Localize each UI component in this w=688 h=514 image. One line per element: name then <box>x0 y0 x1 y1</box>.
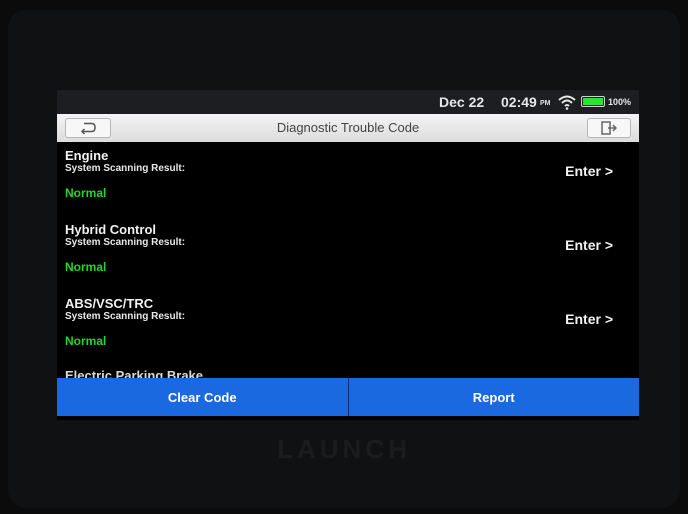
enter-button[interactable]: Enter > <box>565 237 613 253</box>
system-item-abs-vsc-trc[interactable]: ABS/VSC/TRC System Scanning Result: Norm… <box>65 296 625 368</box>
scan-result-label: System Scanning Result: <box>65 311 186 322</box>
scan-result-label: System Scanning Result: <box>65 237 186 248</box>
system-item-engine[interactable]: Engine System Scanning Result: Normal En… <box>65 148 625 220</box>
title-bar: Diagnostic Trouble Code <box>57 114 639 142</box>
scan-result-label: System Scanning Result: <box>65 163 186 174</box>
scan-status: Normal <box>65 260 107 274</box>
action-bar: Clear Code Report <box>57 378 639 416</box>
status-bar: Dec 22 02:49 PM 100% <box>57 90 639 114</box>
battery-icon <box>581 96 605 107</box>
scan-status: Normal <box>65 186 107 200</box>
system-item-electric-parking-brake[interactable]: Electric Parking Brake <box>65 368 625 378</box>
system-item-hybrid-control[interactable]: Hybrid Control System Scanning Result: N… <box>65 222 625 294</box>
scan-status: Normal <box>65 334 107 348</box>
clear-code-button[interactable]: Clear Code <box>57 378 348 416</box>
system-name: ABS/VSC/TRC <box>65 296 154 311</box>
battery-fill <box>583 98 603 105</box>
system-name: Engine <box>65 148 109 163</box>
wifi-icon <box>558 95 576 110</box>
device-screen: Dec 22 02:49 PM 100% Diagnostic Trouble … <box>57 90 639 420</box>
brand-logo: LAUNCH <box>277 434 411 464</box>
system-list: Engine System Scanning Result: Normal En… <box>57 142 639 378</box>
system-name: Hybrid Control <box>65 222 156 237</box>
system-name: Electric Parking Brake <box>65 368 204 378</box>
exit-icon <box>601 121 617 135</box>
enter-button[interactable]: Enter > <box>565 163 613 179</box>
exit-button[interactable] <box>587 118 631 138</box>
status-date: Dec 22 <box>439 94 485 110</box>
report-button[interactable]: Report <box>347 378 640 416</box>
enter-button[interactable]: Enter > <box>565 311 613 327</box>
page-title: Diagnostic Trouble Code <box>276 120 420 135</box>
status-ampm: PM <box>540 100 551 107</box>
status-time: 02:49 <box>501 94 537 110</box>
battery-text: 100% <box>608 97 632 107</box>
